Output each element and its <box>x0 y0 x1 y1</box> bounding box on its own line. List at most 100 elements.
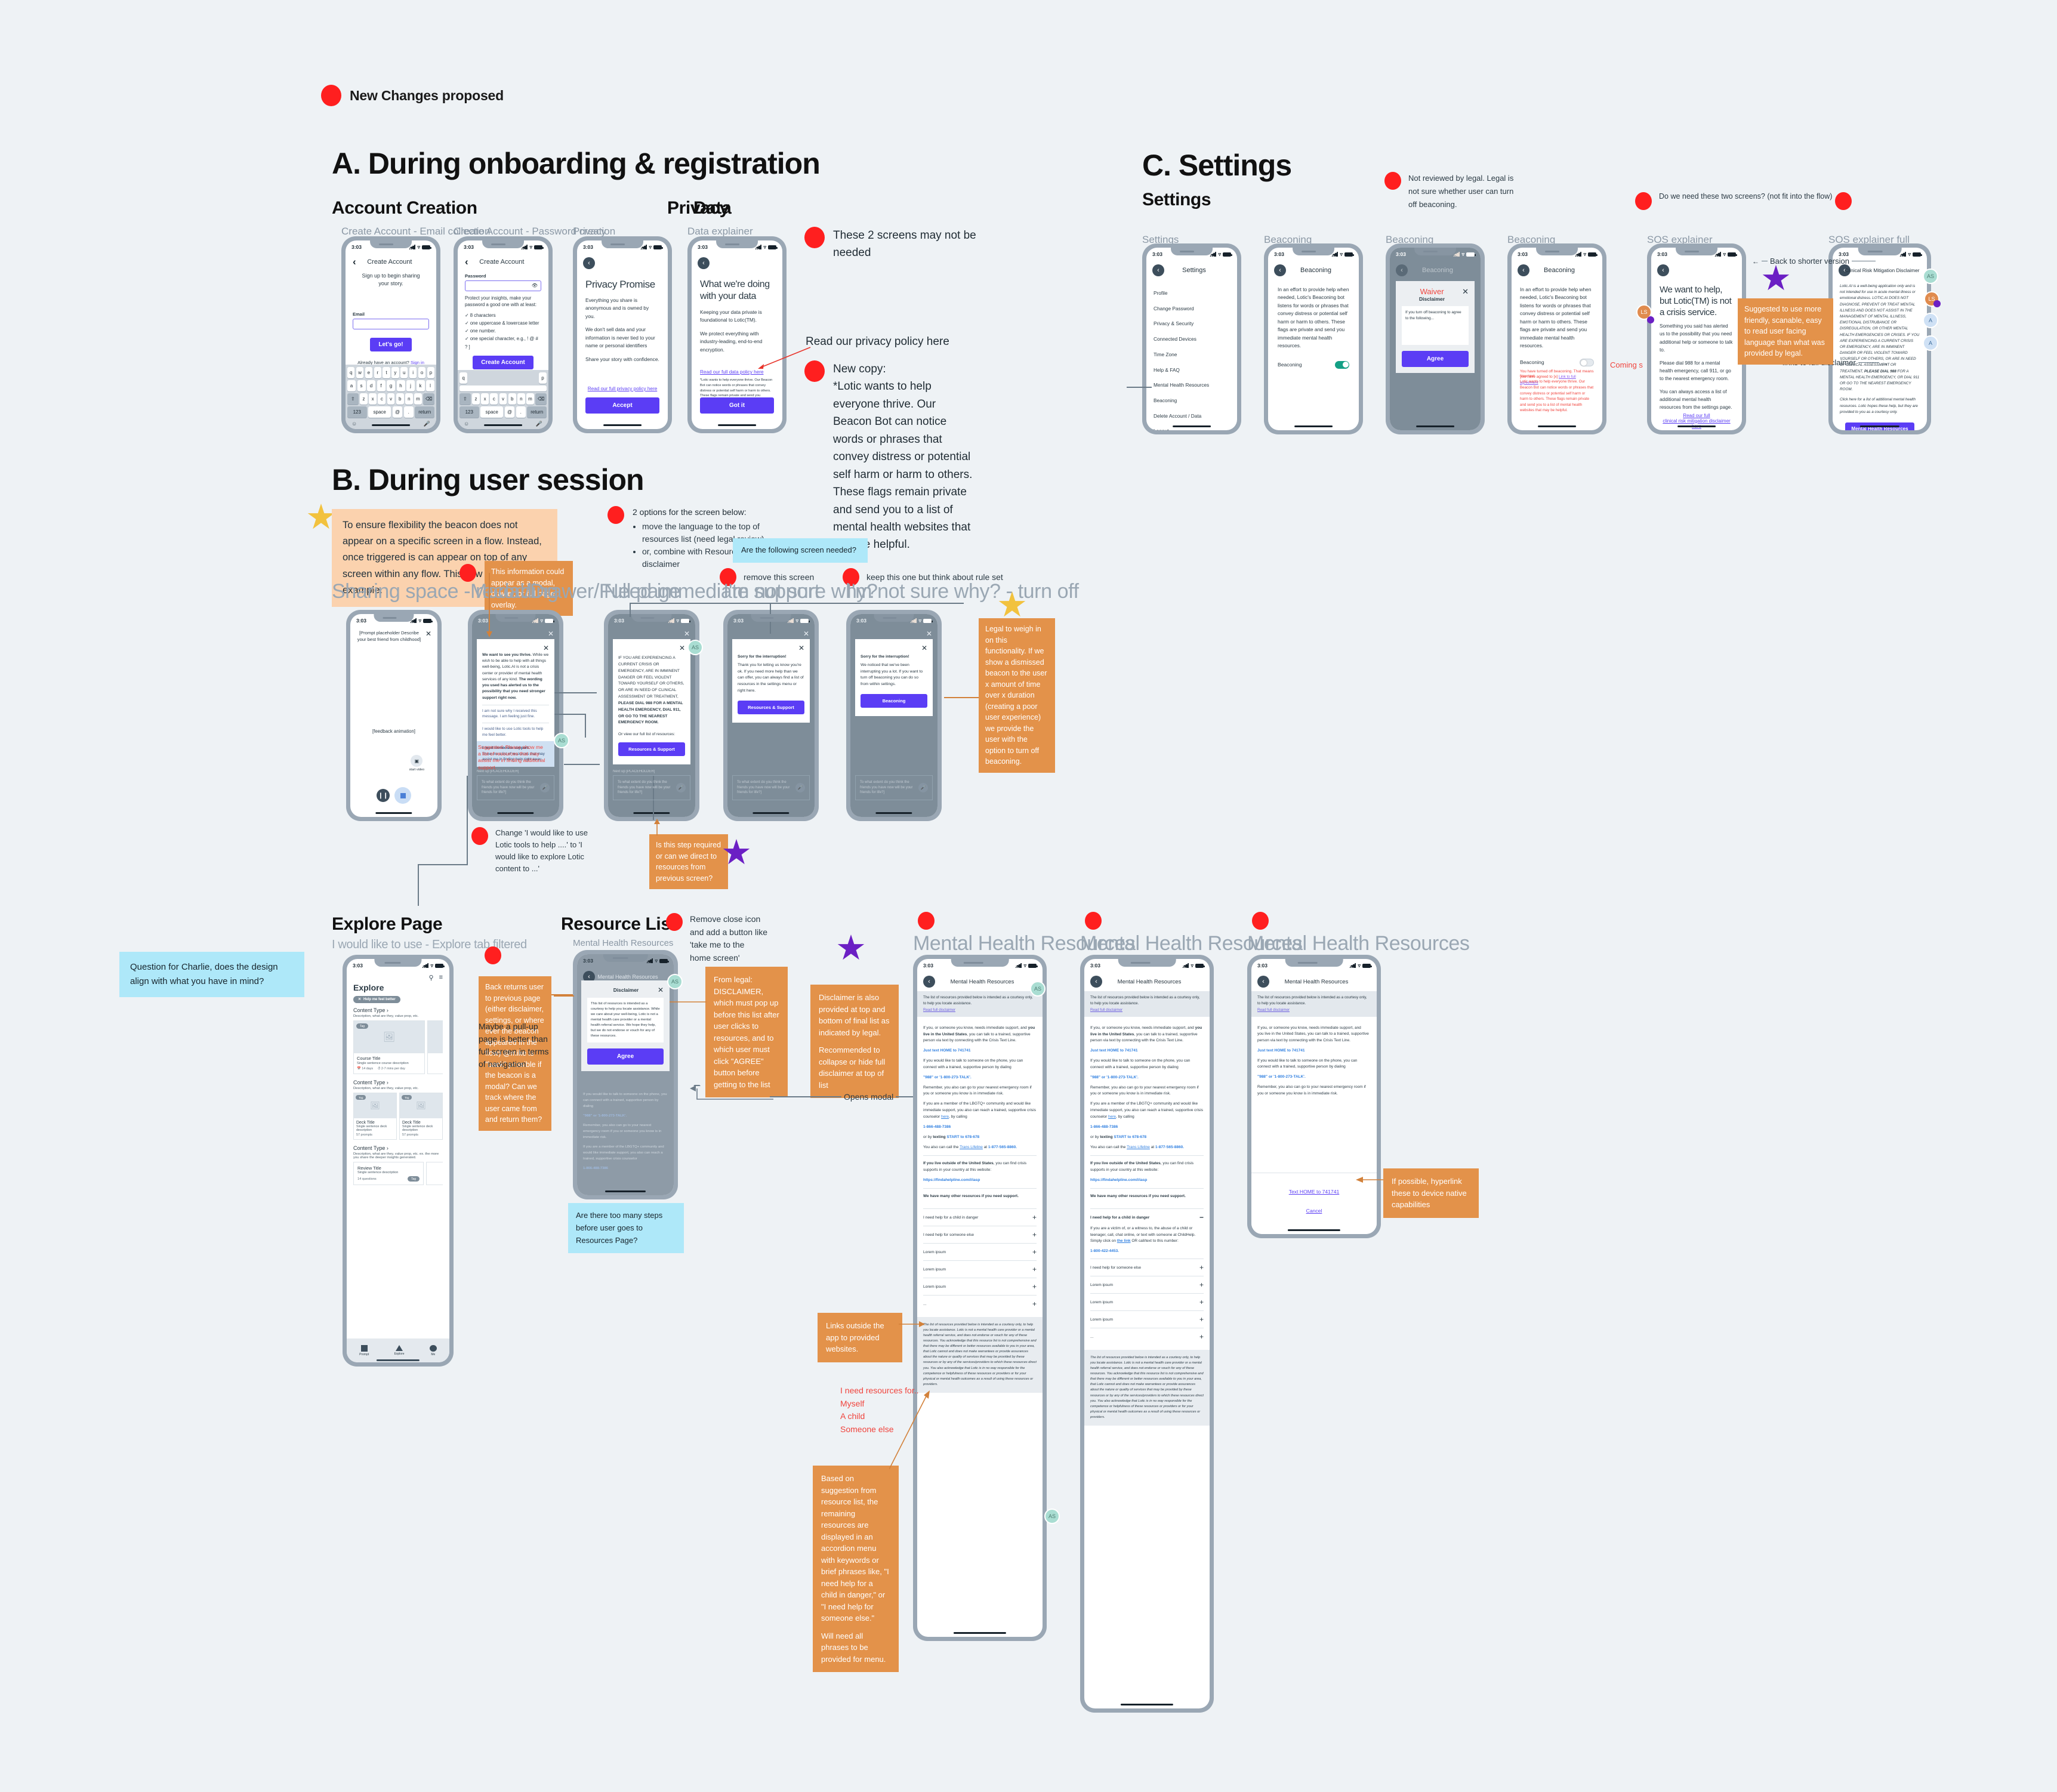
cancel-link[interactable]: Cancel <box>1251 1208 1377 1214</box>
read-full-disclaimer-link[interactable]: Read full disclaimer <box>1257 1007 1371 1013</box>
beaconing-toggle[interactable] <box>1335 360 1349 369</box>
close-icon[interactable]: ✕ <box>358 997 361 1001</box>
keyboard[interactable]: q.p ⇧zxcvbnm⌫ 123space@.return ☺🎤 <box>458 370 548 429</box>
mhr-num-866[interactable]: 1-866-488-7386 <box>923 1124 1037 1131</box>
mhr-dial-988[interactable]: "988" or '1-800-273-TALK'. <box>1257 1074 1371 1081</box>
settings-item-beaconing[interactable]: Beaconing <box>1154 393 1230 409</box>
settings-item-connected-devices[interactable]: Connected Devices <box>1154 332 1230 347</box>
agree-button[interactable]: Agree <box>587 1048 664 1065</box>
video-icon[interactable]: ▣ <box>411 755 423 767</box>
accordion-item-3[interactable]: Lorem ipsum + <box>923 1243 1037 1260</box>
mhr-text-home[interactable]: Just text HOME to 741741 <box>1090 1048 1204 1054</box>
close-icon[interactable]: ✕ <box>658 986 664 994</box>
emoji-icon[interactable]: ☺ <box>351 421 357 427</box>
childhelp-number[interactable]: 1-800-422-4453. <box>1090 1248 1204 1255</box>
accordion-item-6[interactable]: ... + <box>923 1295 1037 1312</box>
accordion-item-someone-else[interactable]: I need help for someone else + <box>1090 1259 1204 1276</box>
mhr-dial-988[interactable]: "988" or '1-800-273-TALK'. <box>1090 1075 1204 1081</box>
filter-chip-help-me-feel-better[interactable]: ✕ Help me feel better <box>353 995 400 1003</box>
settings-item-delete-account[interactable]: Delete Account / Data <box>1154 409 1230 424</box>
option-use-tools[interactable]: I would like to use Lotic tools to help … <box>482 722 549 738</box>
mhr-url[interactable]: https://findahelpline.com/i/iasp <box>1090 1177 1204 1184</box>
tab-explore[interactable]: Explore <box>394 1345 405 1356</box>
accordion-item-child-danger-expanded[interactable]: I need help for a child in danger − <box>1090 1208 1204 1226</box>
close-icon[interactable]: ✕ <box>1462 287 1469 297</box>
search-icon[interactable]: ⚲ <box>429 974 434 982</box>
got-it-button[interactable]: Got it <box>700 397 774 414</box>
mic-icon[interactable]: 🎤 <box>536 421 542 427</box>
filter-icon[interactable]: ≡ <box>439 974 443 982</box>
close-icon[interactable]: ✕ <box>618 644 685 652</box>
stop-button[interactable] <box>394 787 411 804</box>
mic-icon[interactable]: 🎤 <box>540 782 550 792</box>
settings-item-time-zone[interactable]: Time Zone <box>1154 347 1230 363</box>
close-icon-overlay[interactable]: ✕ <box>926 630 932 638</box>
settings-item-change-password[interactable]: Change Password <box>1154 301 1230 317</box>
password-field[interactable]: 👁 <box>465 280 541 291</box>
resources-support-button[interactable]: Resources & Support <box>738 700 804 714</box>
accordion-item-child-danger[interactable]: I need help for a child in danger + <box>923 1208 1037 1226</box>
accordion-item-6[interactable]: ... + <box>1090 1328 1204 1345</box>
keyboard[interactable]: qwertyuiop asdfghjkl ⇧ z x c v b n m ⌫ 123 space @… <box>346 365 436 429</box>
mhr-num-866[interactable]: 1-866-488-7386 <box>1090 1124 1204 1131</box>
mhr-url[interactable]: https://findahelpline.com/i/iasp <box>923 1177 1037 1184</box>
mhr-text-home[interactable]: Just text HOME to 741741 <box>923 1048 1037 1054</box>
text-home-link[interactable]: Text HOME to 741741 <box>1251 1189 1377 1195</box>
mic-icon[interactable]: 🎤 <box>795 782 805 792</box>
eye-icon[interactable]: 👁 <box>532 283 538 289</box>
course-card[interactable]: Tag 🖼 Course Title Single sentence cours… <box>353 1020 425 1074</box>
here-link[interactable]: here <box>1108 1115 1116 1119</box>
mic-icon[interactable]: 🎤 <box>918 782 928 792</box>
mhr-dial-988[interactable]: "988" or '1-800-273-TALK'. <box>923 1075 1037 1081</box>
accordion-item-4[interactable]: Lorem ipsum + <box>923 1260 1037 1278</box>
option-not-sure[interactable]: I am not sure why I received this messag… <box>482 704 549 720</box>
back-button[interactable]: ‹ <box>583 257 595 269</box>
create-account-button[interactable]: Create Account <box>473 355 533 369</box>
tab-prompt[interactable]: Prompt <box>359 1344 369 1356</box>
back-button[interactable]: ‹ <box>698 257 710 269</box>
sos-disclaimer-link-1[interactable]: Read our full <box>1660 413 1734 418</box>
mic-icon[interactable]: 🎤 <box>424 421 430 427</box>
accordion-item-3[interactable]: Lorem ipsum + <box>1090 1276 1204 1293</box>
deck-card-1[interactable]: Tag 🖼 Deck Title Single sentence deck de… <box>353 1093 397 1140</box>
settings-item-help-faq[interactable]: Help & FAQ <box>1154 363 1230 378</box>
close-icon-overlay[interactable]: ✕ <box>548 630 554 638</box>
deck-card-2[interactable]: Tag 🖼 Deck Title Single sentence deck de… <box>399 1093 443 1140</box>
pause-button[interactable]: ❙❙ <box>377 789 390 802</box>
close-icon-overlay[interactable]: ✕ <box>803 630 809 638</box>
settings-item-privacy-security[interactable]: Privacy & Security <box>1154 316 1230 332</box>
the-link[interactable]: the link <box>1117 1239 1131 1243</box>
beaconing-toggle[interactable] <box>1580 358 1594 366</box>
course-card-partial[interactable] <box>427 1020 443 1074</box>
close-icon[interactable]: ✕ <box>425 630 431 638</box>
accordion-item-5[interactable]: Lorem ipsum + <box>1090 1310 1204 1328</box>
trans-lifeline-link[interactable]: Trans Lifeline <box>960 1145 983 1149</box>
close-icon[interactable]: ✕ <box>738 644 804 652</box>
privacy-policy-link[interactable]: Read our full privacy policy here <box>585 386 659 391</box>
back-button[interactable]: ‹ <box>1657 264 1669 276</box>
mic-icon[interactable]: 🎤 <box>676 782 686 792</box>
beaconing-button[interactable]: Beaconing <box>861 693 927 708</box>
accordion-item-5[interactable]: Lorem ipsum + <box>923 1278 1037 1295</box>
review-card-partial[interactable] <box>426 1162 443 1185</box>
close-icon-overlay[interactable]: ✕ <box>684 630 690 638</box>
accordion-item-someone-else[interactable]: I need help for someone else + <box>923 1226 1037 1243</box>
settings-item-profile[interactable]: Profile <box>1154 286 1230 301</box>
resources-support-button[interactable]: Resources & Support <box>618 742 685 757</box>
agree-button[interactable]: Agree <box>1402 351 1469 367</box>
emoji-icon[interactable]: ☺ <box>464 421 469 427</box>
lets-go-button[interactable]: Let's go! <box>370 338 412 352</box>
close-icon[interactable]: ✕ <box>482 644 549 652</box>
email-field[interactable] <box>353 319 429 330</box>
here-link[interactable]: here <box>941 1115 949 1119</box>
close-icon[interactable]: ✕ <box>861 644 927 652</box>
read-full-disclaimer-link[interactable]: Read full disclaimer <box>923 1007 1037 1013</box>
mhr-text-home[interactable]: Just text HOME to 741741 <box>1257 1048 1371 1054</box>
data-policy-link[interactable]: Read our full data policy here <box>700 369 774 375</box>
settings-item-mental-health-resources[interactable]: Mental Health Resources <box>1154 378 1230 393</box>
read-full-disclaimer-link[interactable]: Read full disclaimer <box>1090 1007 1204 1013</box>
tab-me[interactable]: Me <box>429 1344 437 1356</box>
review-card[interactable]: Review Title Single sentence description… <box>353 1162 424 1185</box>
trans-lifeline-link[interactable]: Trans Lifeline <box>1127 1145 1150 1149</box>
accept-button[interactable]: Accept <box>585 397 659 414</box>
